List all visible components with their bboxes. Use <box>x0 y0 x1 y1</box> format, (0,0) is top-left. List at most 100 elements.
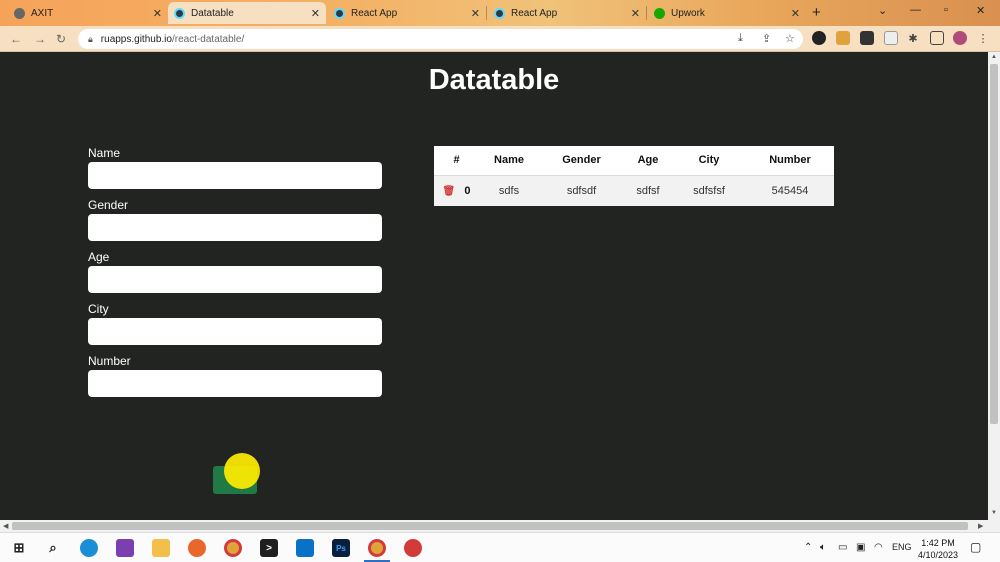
field-number: Number <box>88 354 382 397</box>
language-indicator[interactable]: ENG <box>892 542 912 552</box>
number-input[interactable] <box>88 370 382 397</box>
back-arrow-icon[interactable]: ← <box>10 32 22 46</box>
table-header-row: # Name Gender Age City Number <box>434 146 834 175</box>
field-city: City <box>88 302 382 345</box>
vscode-icon[interactable] <box>296 539 314 557</box>
terminal-icon[interactable]: > <box>260 539 278 557</box>
side-panel-icon[interactable] <box>930 31 944 45</box>
tab-divider <box>646 6 647 20</box>
scrollbar-thumb[interactable] <box>12 522 968 530</box>
forward-arrow-icon[interactable]: → <box>34 32 46 46</box>
horizontal-scrollbar[interactable]: ◀ ▶ <box>0 520 1000 532</box>
gender-input[interactable] <box>88 214 382 241</box>
network-icon[interactable]: ▣ <box>856 542 865 553</box>
extension-icon[interactable] <box>884 31 898 45</box>
city-input[interactable] <box>88 318 382 345</box>
tab-upwork[interactable]: Upwork ✕ <box>648 2 806 24</box>
photoshop-icon[interactable]: Ps <box>332 539 350 557</box>
install-icon[interactable]: ⤓ <box>738 32 743 45</box>
field-age: Age <box>88 250 382 293</box>
table-row: 🗑︎ 0 sdfs sdfsdf sdfsf sdfsfsf 545454 <box>434 174 834 206</box>
wifi-icon[interactable]: ◠ <box>874 542 883 553</box>
tab-label: Upwork <box>671 7 705 19</box>
column-header: Age <box>624 146 672 175</box>
clock-date: 4/10/2023 <box>917 550 959 560</box>
battery-icon[interactable]: ▭ <box>838 542 847 553</box>
close-icon[interactable]: ✕ <box>153 7 162 20</box>
address-bar[interactable]: 🔒︎ ruapps.github.io/react-datatable/ ⤓ ⇪… <box>78 29 803 49</box>
clock-time: 1:42 PM <box>921 538 955 548</box>
name-label: Name <box>88 146 121 160</box>
age-label: Age <box>88 250 110 264</box>
url-path: /react-datatable/ <box>171 33 245 45</box>
age-input[interactable] <box>88 266 382 293</box>
tab-divider <box>486 6 487 20</box>
vertical-scrollbar[interactable]: ▲ ▼ <box>988 52 1000 520</box>
close-icon[interactable]: ✕ <box>631 7 640 20</box>
table-cell: sdfs <box>479 174 539 206</box>
puzzle-icon[interactable]: ✱ <box>906 31 920 45</box>
browser-toolbar: ← → ↻ 🔒︎ ruapps.github.io/react-datatabl… <box>0 26 1000 52</box>
bookmark-star-icon[interactable]: ☆ <box>785 32 795 45</box>
extension-icon[interactable] <box>812 31 826 45</box>
scroll-right-icon[interactable]: ▶ <box>978 522 983 530</box>
menu-kebab-icon[interactable]: ⋮ <box>976 31 990 45</box>
lock-icon: 🔒︎ <box>88 33 93 44</box>
share-icon[interactable]: ⇪ <box>762 32 771 45</box>
trash-icon[interactable]: 🗑︎ <box>443 186 456 197</box>
column-header: Gender <box>539 146 624 175</box>
tab-react-app-2[interactable]: React App ✕ <box>488 2 647 24</box>
close-icon[interactable]: ✕ <box>791 7 800 20</box>
chrome-icon[interactable] <box>368 539 386 557</box>
notification-icon[interactable]: ▢ <box>970 540 981 554</box>
tab-label: React App <box>351 7 398 19</box>
scroll-left-icon[interactable]: ◀ <box>3 522 8 530</box>
gender-label: Gender <box>88 198 129 212</box>
edge-icon[interactable] <box>80 539 98 557</box>
tab-axit[interactable]: AXIT ✕ <box>8 2 169 24</box>
tab-react-app-1[interactable]: React App ✕ <box>328 2 487 24</box>
page-content: Datatable Name Gender Age City Number # <box>0 52 988 520</box>
close-icon[interactable]: ✕ <box>471 7 480 20</box>
react-icon <box>174 7 185 19</box>
avatar[interactable] <box>953 31 967 45</box>
browser-tab-strip: AXIT ✕ Datatable ✕ React App ✕ React App… <box>0 0 1000 26</box>
search-icon[interactable]: ⌕ <box>44 539 62 557</box>
scroll-down-icon[interactable]: ▼ <box>991 510 997 516</box>
upwork-icon <box>654 7 665 19</box>
maximize-icon[interactable]: ▫ <box>944 4 948 16</box>
close-icon[interactable]: ✕ <box>311 7 320 20</box>
data-table: # Name Gender Age City Number 🗑︎ 0 sdfs … <box>434 146 834 206</box>
firefox-icon[interactable] <box>188 539 206 557</box>
number-label: Number <box>88 354 131 368</box>
table-cell: 545454 <box>746 174 834 206</box>
tab-label: AXIT <box>31 7 54 19</box>
index-cell: 🗑︎ 0 <box>434 174 479 206</box>
tab-label: React App <box>511 7 558 19</box>
extension-icon[interactable] <box>836 31 850 45</box>
app-icon[interactable] <box>116 539 134 557</box>
minimize-icon[interactable]: — <box>910 4 921 16</box>
tab-search-icon[interactable]: ⌄ <box>878 4 887 17</box>
column-header: Name <box>479 146 539 175</box>
chrome-icon[interactable] <box>224 539 242 557</box>
file-explorer-icon[interactable] <box>152 539 170 557</box>
new-tab-icon[interactable]: + <box>812 4 821 21</box>
windows-start-icon[interactable]: ⊞ <box>10 539 28 557</box>
scrollbar-thumb[interactable] <box>990 64 998 424</box>
field-gender: Gender <box>88 198 382 241</box>
submit-button[interactable] <box>213 466 257 494</box>
system-clock[interactable]: 1:42 PM 4/10/2023 <box>912 537 964 561</box>
name-input[interactable] <box>88 162 382 189</box>
tab-datatable[interactable]: Datatable ✕ <box>168 2 326 24</box>
window-close-icon[interactable]: ✕ <box>976 4 985 17</box>
gmail-icon[interactable] <box>860 31 874 45</box>
volume-muted-icon[interactable]: 🔈︎ <box>820 542 826 553</box>
scroll-up-icon[interactable]: ▲ <box>991 54 997 60</box>
table-cell: sdfsfsf <box>672 174 746 206</box>
windows-taskbar: ⊞ ⌕ > Ps ⌃ 🔈︎ ▭ ▣ ◠ ENG 1:42 PM 4/10/202… <box>0 532 1000 562</box>
chevron-up-icon[interactable]: ⌃ <box>804 542 812 553</box>
recorder-icon[interactable] <box>404 539 422 557</box>
column-header: Number <box>746 146 834 175</box>
reload-icon[interactable]: ↻ <box>56 32 66 46</box>
